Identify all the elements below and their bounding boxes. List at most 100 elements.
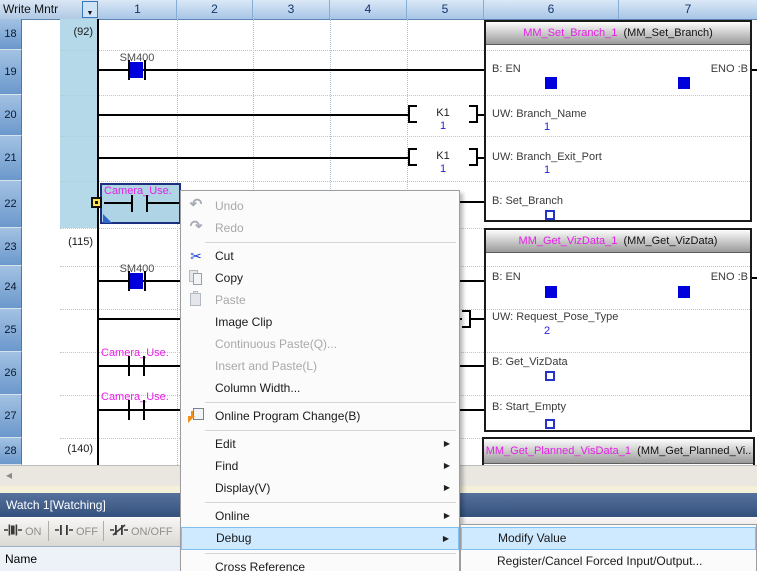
submenu-item-modify-value[interactable]: Modify Value (461, 527, 756, 550)
menu-item-cut[interactable]: ✂ Cut (181, 245, 459, 267)
monitor-off-indicator (545, 371, 555, 381)
contact-sm400[interactable] (144, 271, 146, 291)
cut-icon: ✂ (186, 245, 206, 267)
row-header-27: 27 (0, 395, 22, 438)
force-off-button[interactable]: OFF (55, 521, 98, 543)
menu-item-insert-and-paste[interactable]: Insert and Paste(L) (181, 355, 459, 377)
scroll-left-arrow-icon[interactable]: ◂ (2, 467, 16, 484)
force-on-icon (4, 523, 22, 542)
menu-item-debug[interactable]: Debug ▶ (181, 527, 459, 550)
contact-label: Camera_Use. (101, 347, 169, 359)
force-on-button[interactable]: ON (4, 521, 42, 543)
menu-item-cross-reference[interactable]: Cross Reference (181, 556, 459, 571)
fb-type-name: (MM_Get_VizData) (624, 235, 718, 247)
fb-header: MM_Get_VizData_1 (MM_Get_VizData) (486, 230, 750, 253)
constant-label: K1 (408, 107, 478, 119)
menu-item-online[interactable]: Online ▶ (181, 505, 459, 527)
ladder-line (104, 202, 132, 204)
menu-item-continuous-paste[interactable]: Continuous Paste(Q)... (181, 333, 459, 355)
monitor-mode-label: Write Mntr (3, 2, 58, 16)
menu-item-undo[interactable]: ↶ Undo (181, 195, 459, 217)
contact-energized-indicator (130, 273, 143, 289)
left-power-rail (97, 19, 99, 465)
menu-item-find[interactable]: Find ▶ (181, 455, 459, 477)
redo-icon: ↷ (186, 217, 206, 239)
contact-sm400[interactable] (144, 60, 146, 80)
column-header-5: 5 (407, 0, 484, 19)
fb-mm-get-planned-visdata[interactable]: MM_Get_Planned_VisData_1 (MM_Get_Planned… (482, 437, 755, 468)
ladder-line (148, 202, 179, 204)
step-number-115: (115) (36, 236, 93, 248)
menu-item-edit[interactable]: Edit ▶ (181, 433, 459, 455)
fb-instance-name: MM_Get_Planned_VisData_1 (486, 445, 631, 457)
column-header-3: 3 (253, 0, 330, 19)
monitor-off-indicator (545, 210, 555, 220)
row-header-21: 21 (0, 136, 22, 181)
fb-port-label: B: EN (492, 63, 521, 75)
fb-port-label: ENO :B (660, 271, 748, 283)
menu-item-copy[interactable]: Copy (181, 267, 459, 289)
fb-port-label: ENO :B (660, 63, 748, 75)
force-onoff-button[interactable]: ON/OFF (110, 521, 173, 543)
grid-line (177, 19, 178, 465)
menu-item-column-width[interactable]: Column Width... (181, 377, 459, 399)
fb-type-name: (MM_Get_Planned_Vi.. (637, 445, 751, 457)
paste-icon (186, 289, 206, 311)
submenu-arrow-icon: ▶ (444, 433, 450, 455)
force-off-icon (55, 523, 73, 542)
menu-item-paste[interactable]: Paste (181, 289, 459, 311)
force-off-label: OFF (76, 526, 98, 538)
edit-marker-triangle (103, 214, 112, 223)
fb-port-label: B: EN (492, 271, 521, 283)
column-header-4: 4 (330, 0, 407, 19)
fb-port-label: UW: Branch_Exit_Port (492, 151, 602, 163)
grid-header-bar: Write Mntr ▼ 1 2 3 4 5 6 7 (0, 0, 757, 20)
undo-icon: ↶ (186, 195, 206, 217)
menu-item-redo[interactable]: ↷ Redo (181, 217, 459, 239)
submenu-arrow-icon: ▶ (444, 505, 450, 527)
toolbar-separator (48, 521, 49, 541)
constant-label: K1 (408, 150, 478, 162)
contact-camera-use[interactable] (128, 400, 130, 420)
row-header-26: 26 (0, 352, 22, 395)
online-program-change-icon (186, 405, 206, 427)
selection-handle[interactable] (91, 197, 102, 208)
fb-mm-set-branch[interactable]: MM_Set_Branch_1 (MM_Set_Branch) (484, 20, 752, 222)
submenu-item-register-cancel-forced-io[interactable]: Register/Cancel Forced Input/Output... (461, 550, 756, 571)
menu-item-display[interactable]: Display(V) ▶ (181, 477, 459, 499)
step-number-140: (140) (36, 443, 93, 455)
column-header-6: 6 (484, 0, 619, 19)
monitor-on-indicator (678, 286, 690, 298)
menu-item-image-clip[interactable]: Image Clip (181, 311, 459, 333)
selected-contact-cell[interactable]: Camera_Use. (100, 183, 181, 224)
constant-monitor-value: 1 (408, 120, 478, 132)
contact-camera-use[interactable] (143, 356, 145, 376)
force-onoff-icon (110, 523, 128, 542)
column-header-1: 1 (99, 0, 177, 19)
row-header-22: 22 (0, 181, 22, 228)
context-menu: ↶ Undo ↷ Redo ✂ Cut Copy Paste Image Cli… (180, 190, 460, 571)
contact-camera-use[interactable] (128, 356, 130, 376)
menu-item-online-program-change[interactable]: Online Program Change(B) (181, 405, 459, 427)
contact-camera-use[interactable] (143, 400, 145, 420)
debug-submenu: Modify Value Register/Cancel Forced Inpu… (460, 524, 757, 571)
submenu-arrow-icon: ▶ (444, 455, 450, 477)
monitor-on-indicator (678, 77, 690, 89)
force-onoff-label: ON/OFF (131, 526, 173, 538)
constant-bracket (462, 310, 471, 328)
contact-energized-indicator (130, 62, 143, 78)
column-header-2: 2 (177, 0, 253, 19)
ladder-line (99, 69, 486, 71)
ladder-line (99, 114, 408, 116)
fb-port-monitor-value: 1 (535, 164, 559, 176)
submenu-arrow-icon: ▶ (443, 528, 449, 549)
fb-instance-name: MM_Set_Branch_1 (523, 27, 617, 39)
fb-port-label: B: Get_VizData (492, 356, 568, 368)
toolbar-separator (103, 521, 104, 541)
contact-camera-use (146, 195, 148, 212)
fb-type-name: (MM_Set_Branch) (624, 27, 713, 39)
mode-dropdown-button[interactable]: ▼ (82, 1, 98, 18)
fb-port-label: UW: Request_Pose_Type (492, 311, 618, 323)
fb-header: MM_Set_Branch_1 (MM_Set_Branch) (486, 22, 750, 45)
fb-port-label: B: Start_Empty (492, 401, 566, 413)
